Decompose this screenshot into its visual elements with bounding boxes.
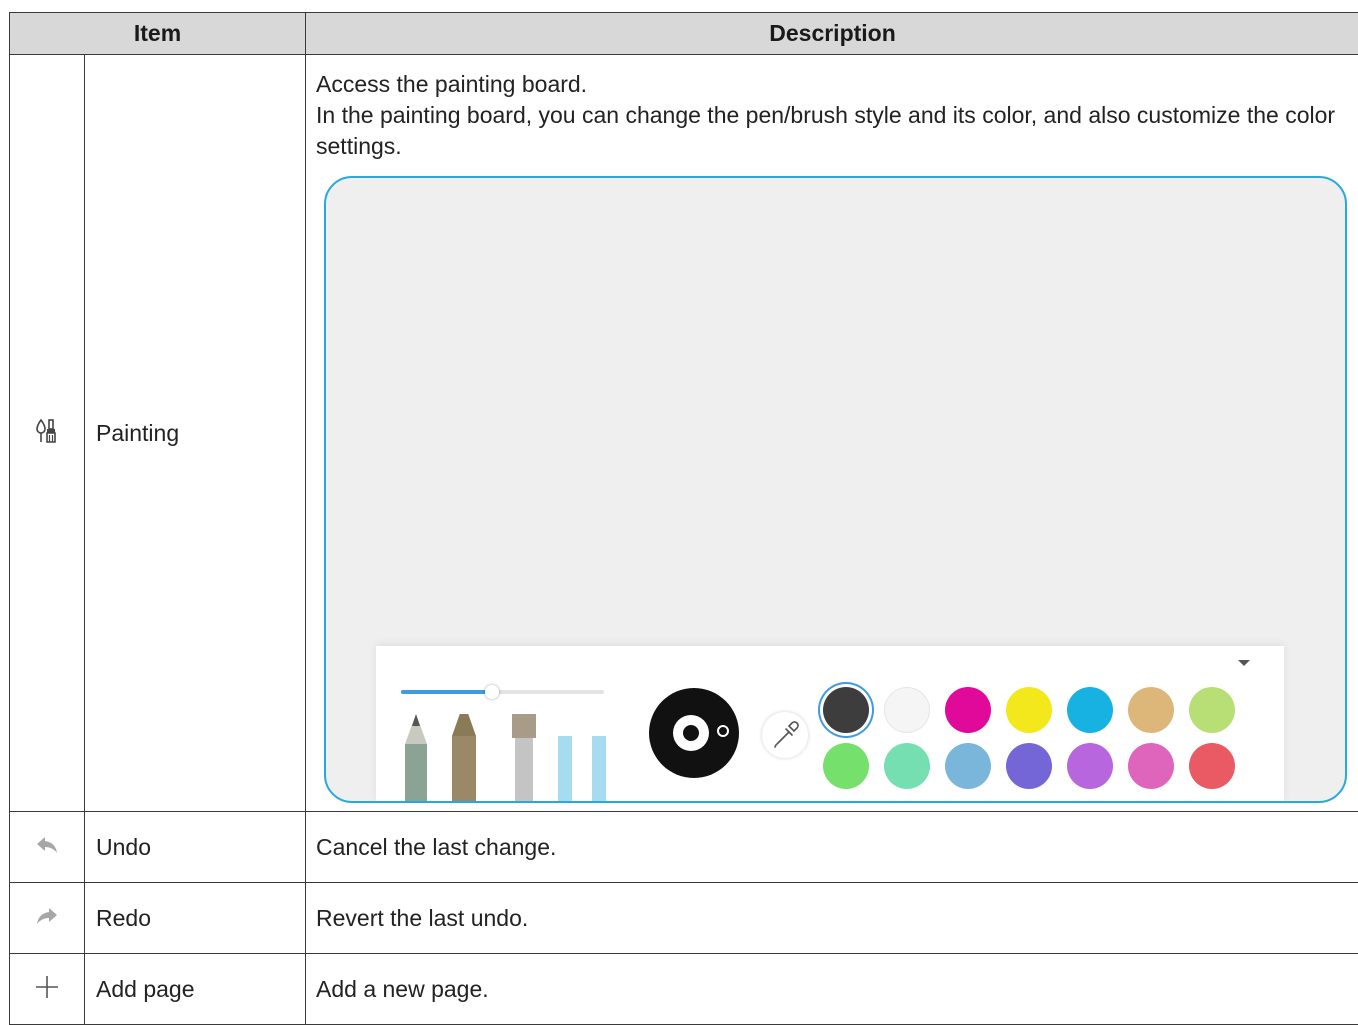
icon-cell <box>10 812 85 883</box>
color-swatch[interactable] <box>1189 743 1235 789</box>
color-swatch[interactable] <box>1067 687 1113 733</box>
color-swatch[interactable] <box>823 687 869 733</box>
color-swatch[interactable] <box>1128 687 1174 733</box>
color-swatch[interactable] <box>1189 687 1235 733</box>
slider-knob[interactable] <box>485 685 499 699</box>
description-line: In the painting board, you can change th… <box>316 100 1339 162</box>
color-swatch[interactable] <box>884 743 930 789</box>
table-row: Painting Access the painting board. In t… <box>10 55 1358 812</box>
pen-settings-panel <box>376 646 1284 803</box>
item-name-painting: Painting <box>85 55 306 812</box>
description-table: Item Description Painting Access the <box>9 12 1358 1025</box>
pencil-icon[interactable] <box>405 714 427 803</box>
painting-icon <box>34 418 60 444</box>
color-swatch[interactable] <box>945 743 991 789</box>
description-add-page: Add a new page. <box>306 954 1358 1025</box>
description-line: Access the painting board. <box>316 69 1339 100</box>
redo-icon <box>36 907 58 925</box>
icon-cell <box>10 883 85 954</box>
color-swatch[interactable] <box>945 687 991 733</box>
color-swatch[interactable] <box>1128 743 1174 789</box>
color-swatch[interactable] <box>1006 743 1052 789</box>
eyedropper-icon <box>762 712 808 758</box>
item-name-redo: Redo <box>85 883 306 954</box>
description-painting: Access the painting board. In the painti… <box>306 55 1358 812</box>
stroke-size-button[interactable] <box>649 688 739 778</box>
color-swatch[interactable] <box>1006 687 1052 733</box>
eyedropper-button[interactable] <box>762 712 808 758</box>
color-swatch[interactable] <box>823 743 869 789</box>
item-name-add-page: Add page <box>85 954 306 1025</box>
table-row: Undo Cancel the last change. <box>10 812 1358 883</box>
color-swatch[interactable] <box>884 687 930 733</box>
description-redo: Revert the last undo. <box>306 883 1358 954</box>
pen-tools <box>394 714 624 803</box>
header-description: Description <box>306 13 1358 55</box>
slider-fill <box>401 690 492 694</box>
icon-cell <box>10 954 85 1025</box>
table-row: Add page Add a new page. <box>10 954 1358 1025</box>
undo-icon <box>36 836 58 854</box>
collapse-arrow-icon[interactable] <box>1238 660 1250 666</box>
description-undo: Cancel the last change. <box>306 812 1358 883</box>
icon-cell <box>10 55 85 812</box>
header-item: Item <box>10 13 306 55</box>
color-swatch[interactable] <box>1067 743 1113 789</box>
item-name-undo: Undo <box>85 812 306 883</box>
brush-icon[interactable] <box>512 714 536 803</box>
add-page-icon <box>35 975 59 999</box>
stroke-size-slider[interactable] <box>401 690 604 694</box>
table-row: Redo Revert the last undo. <box>10 883 1358 954</box>
painting-board-screenshot <box>324 176 1347 803</box>
pen-icon[interactable] <box>452 714 476 803</box>
highlighter-icon[interactable] <box>558 736 606 803</box>
table-header-row: Item Description <box>10 13 1358 55</box>
